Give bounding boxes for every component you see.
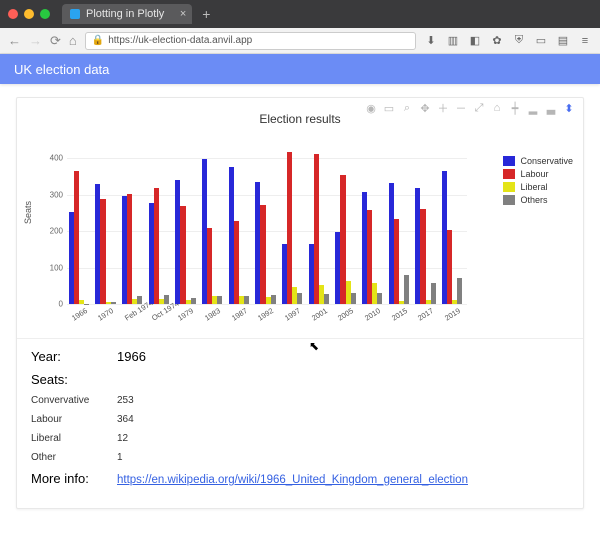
lock-icon: 🔒 [92, 35, 104, 46]
spike-icon[interactable]: ┿ [509, 102, 521, 114]
browser-tab-strip: Plotting in Plotly × + [0, 0, 600, 28]
legend-item-liberal[interactable]: Liberal [503, 182, 573, 192]
browser-toolbar: ← → ⟳ ⌂ 🔒 https://uk-election-data.anvil… [0, 28, 600, 54]
bar[interactable] [324, 294, 329, 304]
library-icon[interactable]: ▥ [446, 34, 460, 48]
oth-value: 1 [117, 452, 123, 463]
bar[interactable] [260, 205, 265, 304]
plot-area[interactable]: 010020030040019661970Feb 1974Oct 1974197… [67, 140, 467, 304]
legend-item-conservative[interactable]: Conservative [503, 156, 573, 166]
bar[interactable] [217, 296, 222, 304]
pan-icon[interactable]: ✥ [419, 102, 431, 114]
sidebar-icon[interactable]: ◧ [468, 34, 482, 48]
swatch-icon [503, 156, 515, 166]
swatch-icon [503, 169, 515, 179]
lib-value: 12 [117, 433, 128, 444]
bar[interactable] [244, 296, 249, 304]
bar[interactable] [420, 209, 425, 304]
maximize-window-icon[interactable] [40, 9, 50, 19]
bar[interactable] [314, 154, 319, 305]
reader-icon[interactable]: ▤ [556, 34, 570, 48]
lab-value: 364 [117, 414, 134, 425]
content-card: ◉ ▭ ⌕ ✥ ＋ － ⤢ ⌂ ┿ ▂ ▃ ⬍ Election results… [16, 97, 584, 509]
seats-label: Seats: [31, 372, 569, 387]
year-value: 1966 [117, 349, 146, 364]
tab-title: Plotting in Plotly [86, 8, 164, 20]
bar[interactable] [297, 293, 302, 304]
moreinfo-label: More info: [31, 471, 117, 486]
y-axis-label: Seats [23, 201, 33, 224]
details-panel: Year: 1966 Seats: Convervative253 Labour… [17, 338, 583, 508]
bookmark-icon[interactable]: ▭ [534, 34, 548, 48]
plotly-logo-icon[interactable]: ⬍ [563, 102, 575, 114]
browser-tab[interactable]: Plotting in Plotly × [62, 4, 192, 24]
bar[interactable] [74, 171, 79, 304]
lib-label: Liberal [31, 433, 117, 444]
swatch-icon [503, 182, 515, 192]
bar[interactable] [377, 293, 382, 304]
bar[interactable] [447, 230, 452, 304]
bar[interactable] [271, 295, 276, 304]
cons-label: Convervative [31, 395, 117, 406]
hover-closest-icon[interactable]: ▂ [527, 102, 539, 114]
bar[interactable] [431, 283, 436, 304]
shield-icon[interactable]: ⛨ [512, 34, 526, 48]
zoom-out-icon[interactable]: － [455, 102, 467, 114]
bar[interactable] [180, 206, 185, 304]
bar[interactable] [127, 194, 132, 304]
extension-icon[interactable]: ✿ [490, 34, 504, 48]
forward-button[interactable]: → [29, 33, 42, 48]
bar[interactable] [207, 228, 212, 304]
address-bar[interactable]: 🔒 https://uk-election-data.anvil.app [85, 32, 416, 50]
url-text: https://uk-election-data.anvil.app [108, 35, 252, 46]
page-title: UK election data [14, 62, 109, 77]
download-icon[interactable]: ⬇ [424, 34, 438, 48]
bar[interactable] [234, 221, 239, 304]
search-icon[interactable]: ⌕ [401, 102, 413, 114]
mouse-cursor-icon: ⬉ [309, 339, 319, 353]
window-controls [8, 9, 50, 19]
home-button[interactable]: ⌂ [69, 33, 77, 48]
moreinfo-link[interactable]: https://en.wikipedia.org/wiki/1966_Unite… [117, 474, 468, 486]
bar[interactable] [154, 188, 159, 304]
cons-value: 253 [117, 395, 134, 406]
menu-icon[interactable]: ≡ [578, 34, 592, 48]
lab-label: Labour [31, 414, 117, 425]
bar[interactable] [287, 152, 292, 304]
chart-title: Election results [17, 112, 583, 126]
close-tab-icon[interactable]: × [180, 8, 186, 20]
bar[interactable] [394, 219, 399, 304]
swatch-icon [503, 195, 515, 205]
hover-compare-icon[interactable]: ▃ [545, 102, 557, 114]
zoom-icon[interactable]: ▭ [383, 102, 395, 114]
chart-plot[interactable]: Seats 010020030040019661970Feb 1974Oct 1… [25, 134, 575, 334]
chart-container: ◉ ▭ ⌕ ✥ ＋ － ⤢ ⌂ ┿ ▂ ▃ ⬍ Election results… [17, 98, 583, 334]
bar[interactable] [457, 278, 462, 304]
minimize-window-icon[interactable] [24, 9, 34, 19]
bar[interactable] [404, 275, 409, 304]
app-header: UK election data [0, 54, 600, 84]
autoscale-icon[interactable]: ⤢ [473, 102, 485, 114]
zoom-in-icon[interactable]: ＋ [437, 102, 449, 114]
bar[interactable] [351, 293, 356, 304]
year-label: Year: [31, 349, 117, 364]
legend-item-labour[interactable]: Labour [503, 169, 573, 179]
favicon-icon [70, 9, 80, 19]
new-tab-button[interactable]: + [196, 6, 216, 22]
bar[interactable] [100, 199, 105, 304]
plotly-modebar: ◉ ▭ ⌕ ✥ ＋ － ⤢ ⌂ ┿ ▂ ▃ ⬍ [365, 102, 575, 114]
bar[interactable] [191, 298, 196, 304]
close-window-icon[interactable] [8, 9, 18, 19]
camera-icon[interactable]: ◉ [365, 102, 377, 114]
bar[interactable] [111, 302, 116, 304]
legend-item-others[interactable]: Others [503, 195, 573, 205]
chart-legend: Conservative Labour Liberal Others [503, 156, 573, 208]
back-button[interactable]: ← [8, 33, 21, 48]
reload-button[interactable]: ⟳ [50, 33, 61, 49]
reset-icon[interactable]: ⌂ [491, 102, 503, 114]
oth-label: Other [31, 452, 117, 463]
